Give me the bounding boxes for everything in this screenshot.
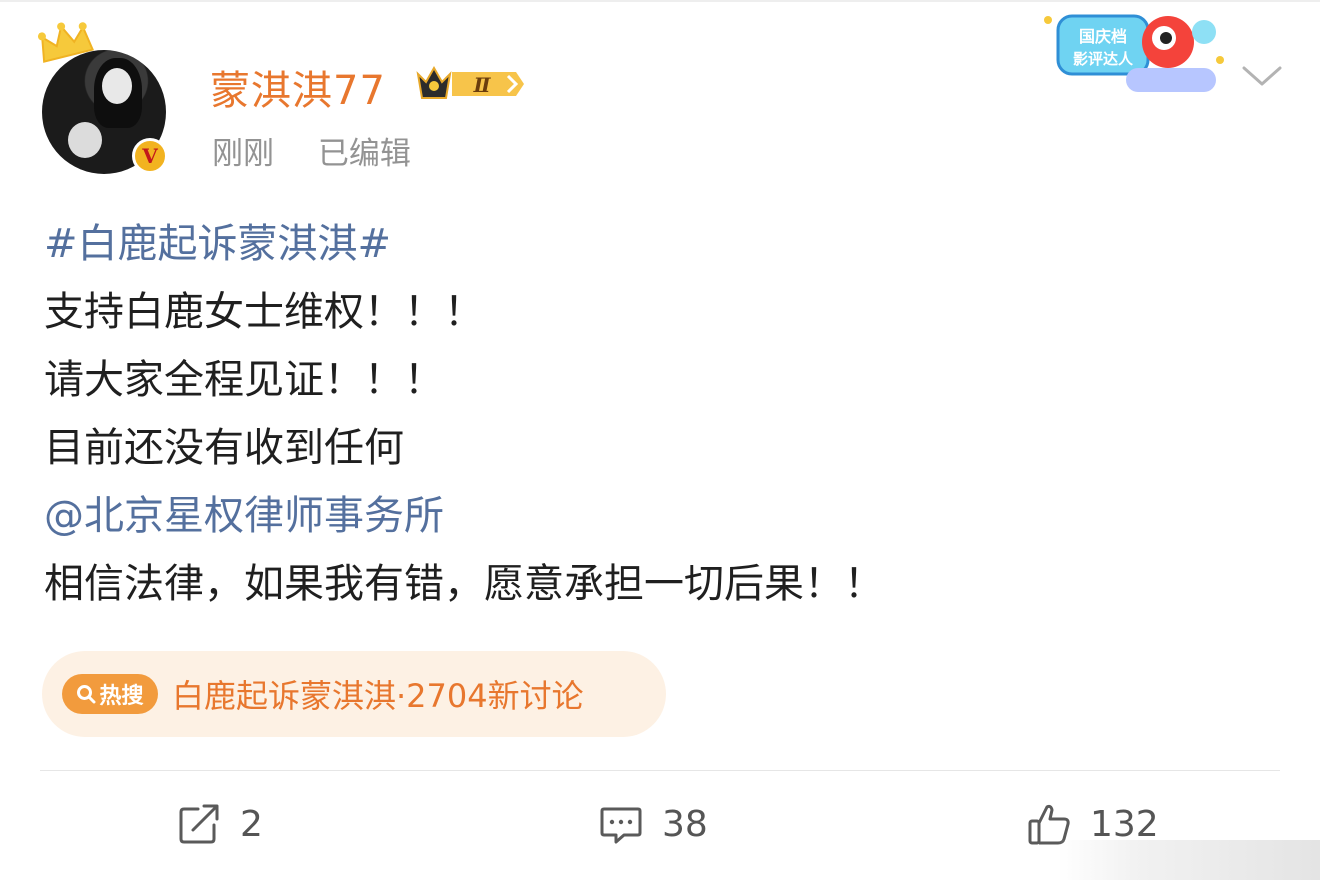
content-line-1: 支持白鹿女士维权！！！ bbox=[44, 289, 484, 335]
chevron-down-icon[interactable] bbox=[1240, 58, 1284, 94]
vip-badge-icon[interactable]: Ⅱ bbox=[412, 64, 528, 104]
top-border bbox=[0, 0, 1320, 2]
like-count: 132 bbox=[1090, 803, 1159, 845]
hot-search-badge: 热搜 bbox=[62, 674, 158, 714]
content-line-2: 请大家全程见证！！！ bbox=[44, 357, 444, 403]
repost-button[interactable]: 2 bbox=[176, 796, 263, 852]
hot-search-card[interactable]: 热搜 白鹿起诉蒙淇淇·2704新讨论 bbox=[42, 651, 666, 737]
comment-count: 38 bbox=[662, 803, 708, 845]
watermark-overlay bbox=[1058, 840, 1320, 880]
author-avatar-container[interactable]: V bbox=[37, 22, 170, 178]
vip-level: Ⅱ bbox=[473, 73, 492, 97]
author-name[interactable]: 蒙淇淇77 bbox=[210, 58, 386, 116]
repost-count: 2 bbox=[240, 803, 263, 845]
content-line-4: 相信法律，如果我有错，愿意承担一切后果！！ bbox=[44, 561, 884, 607]
mention-link[interactable]: @北京星权律师事务所 bbox=[44, 482, 1284, 550]
comment-icon bbox=[600, 807, 642, 844]
divider bbox=[40, 770, 1280, 771]
post-content: #白鹿起诉蒙淇淇# 支持白鹿女士维权！！！ 请大家全程见证！！！ 目前还没有收到… bbox=[44, 210, 1284, 618]
promo-line-2: 影评达人 bbox=[1073, 50, 1134, 68]
hot-search-badge-label: 热搜 bbox=[99, 684, 144, 709]
promo-line-1: 国庆档 bbox=[1079, 27, 1127, 46]
comment-button[interactable]: 38 bbox=[598, 796, 708, 852]
search-icon bbox=[77, 685, 96, 704]
repost-icon bbox=[179, 804, 219, 844]
edited-label[interactable]: 已编辑 bbox=[318, 136, 411, 172]
promo-badge-icon[interactable]: 国庆档 影评达人 bbox=[1040, 6, 1230, 98]
verified-badge: V bbox=[132, 138, 168, 174]
post-meta: 刚刚 已编辑 bbox=[212, 128, 445, 173]
hashtag-link[interactable]: #白鹿起诉蒙淇淇# bbox=[44, 210, 1284, 278]
post-time: 刚刚 bbox=[212, 136, 274, 172]
hot-search-text[interactable]: 白鹿起诉蒙淇淇·2704新讨论 bbox=[172, 671, 584, 717]
content-line-3: 目前还没有收到任何 bbox=[44, 425, 404, 471]
